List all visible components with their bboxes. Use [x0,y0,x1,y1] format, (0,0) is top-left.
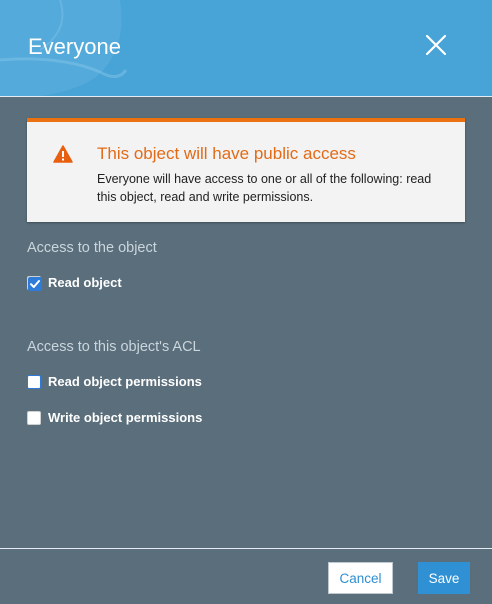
public-access-alert: This object will have public access Ever… [27,118,465,222]
read-permissions-checkbox[interactable] [27,374,41,389]
read-object-label: Read object [48,275,122,290]
dialog-header: Everyone [0,0,492,97]
save-button[interactable]: Save [418,562,470,594]
footer-divider [0,548,492,549]
read-permissions-option[interactable]: Read object permissions [27,374,202,389]
acl-access-heading: Access to this object's ACL [27,339,201,355]
read-object-checkbox[interactable] [27,275,42,291]
write-permissions-checkbox[interactable] [27,410,41,425]
write-permissions-option[interactable]: Write object permissions [27,410,202,425]
everyone-dialog: Everyone This object will have public ac… [0,0,492,604]
alert-title: This object will have public access [97,144,356,163]
checkmark-icon [28,276,42,291]
read-object-option[interactable]: Read object [27,275,122,291]
dialog-title: Everyone [28,34,121,59]
cancel-button[interactable]: Cancel [328,562,393,594]
close-icon[interactable] [424,33,448,57]
read-permissions-label: Read object permissions [48,374,202,389]
warning-icon [53,145,73,163]
write-permissions-label: Write object permissions [48,410,203,425]
object-access-heading: Access to the object [27,240,157,256]
alert-body: Everyone will have access to one or all … [97,172,432,204]
